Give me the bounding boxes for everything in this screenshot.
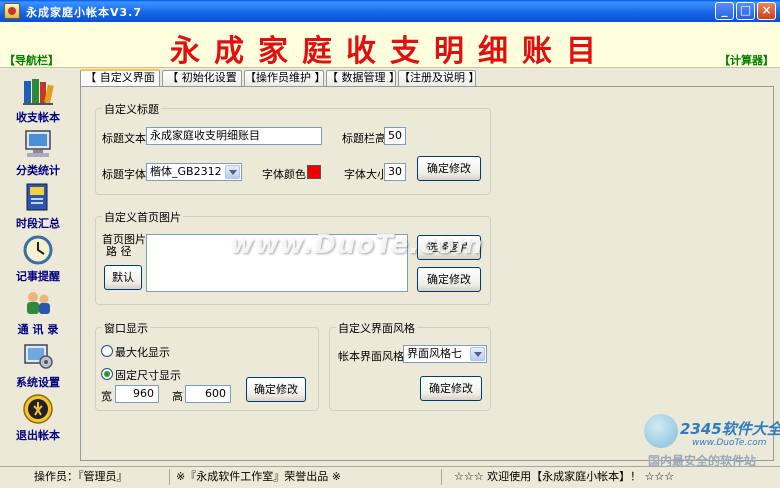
height-input[interactable]: 600: [185, 385, 231, 403]
calendar-book-icon: [26, 183, 48, 211]
mascot-icon: [644, 414, 678, 448]
banner-title: 永成家庭收支明细账目: [170, 34, 610, 69]
title-font-label: 标题字体: [102, 168, 146, 181]
title-height-label: 标题栏高: [342, 132, 386, 145]
logo-brand: 2345软件大全: [680, 420, 780, 438]
style-confirm-button[interactable]: 确定修改: [420, 376, 482, 401]
sidebar-item-label: 时段汇总: [16, 217, 60, 230]
books-icon: [23, 79, 54, 105]
sidebar-item-reminders[interactable]: 记事提醒: [4, 234, 72, 284]
sidebar-item-label: 记事提醒: [16, 270, 60, 283]
width-input[interactable]: 960: [115, 385, 159, 403]
status-operator: 操作员：『管理员』: [30, 469, 170, 485]
maximize-button[interactable]: □: [736, 2, 755, 20]
exit-icon: [23, 394, 53, 424]
custom-title-group: 自定义标题 标题文本 永成家庭收支明细账目 标题栏高 50 标题字体 楷体_GB…: [95, 101, 491, 195]
watermark-text: www.DuoTe.com: [230, 230, 484, 260]
clock-icon: [23, 235, 53, 265]
ui-style-group: 自定义界面风格 帐本界面风格 界面风格七 确定修改: [329, 320, 491, 411]
tab-panel: 自定义标题 标题文本 永成家庭收支明细账目 标题栏高 50 标题字体 楷体_GB…: [80, 86, 774, 461]
sidebar-item-label: 退出帐本: [16, 429, 60, 442]
font-color-label: 字体颜色: [262, 168, 306, 181]
maximize-label: 最大化显示: [115, 346, 170, 359]
sidebar-item-contacts[interactable]: 通 讯 录: [4, 287, 72, 337]
sidebar-item-label: 通 讯 录: [17, 323, 59, 336]
font-size-label: 字体大小: [344, 168, 388, 181]
width-label: 宽: [101, 390, 112, 403]
tab-registration[interactable]: 【注册及说明 】: [398, 70, 480, 86]
group-legend: 自定义界面风格: [336, 320, 417, 336]
ui-style-select[interactable]: 界面风格七: [403, 345, 487, 363]
font-color-swatch[interactable]: [307, 165, 321, 179]
sidebar: 收支帐本 分类统计 时段汇总 记事提醒 通 讯 录 系统设置 退出帐本: [0, 69, 76, 464]
sidebar-item-ledger[interactable]: 收支帐本: [4, 75, 72, 125]
tab-data-management[interactable]: 【 数据管理 】: [326, 70, 400, 86]
computer-icon: [25, 130, 51, 157]
window-display-group: 窗口显示 最大化显示 固定尺寸显示 宽 960 高 600 确定修改: [95, 320, 319, 411]
fixed-size-label: 固定尺寸显示: [115, 369, 181, 382]
group-legend: 自定义标题: [102, 101, 161, 117]
tab-operator-maintenance[interactable]: 【操作员维护 】: [244, 70, 326, 86]
sidebar-item-system-settings[interactable]: 系统设置: [4, 340, 72, 390]
sidebar-item-label: 系统设置: [16, 376, 60, 389]
calculator-link[interactable]: 【计算器】: [719, 52, 774, 68]
status-bar: 操作员：『管理员』 ※『永成软件工作室』荣誉出品 ※ ☆☆☆ 欢迎使用【永成家庭…: [0, 466, 780, 488]
height-label: 高: [172, 390, 183, 403]
group-legend: 窗口显示: [102, 320, 150, 336]
title-height-input[interactable]: 50: [384, 127, 406, 145]
title-font-select[interactable]: 楷体_GB2312: [146, 163, 242, 181]
app-icon: [4, 3, 20, 19]
status-studio: ※『永成软件工作室』荣誉出品 ※: [172, 469, 442, 485]
font-size-input[interactable]: 30: [384, 163, 406, 181]
image-confirm-button[interactable]: 确定修改: [417, 267, 481, 292]
corner-logo: 2345软件大全 www.DuoTe.com 国内最安全的软件站: [640, 410, 780, 468]
settings-icon: [24, 344, 53, 369]
group-legend: 自定义首页图片: [102, 209, 183, 225]
title-font-value: 楷体_GB2312: [150, 165, 222, 178]
fixed-size-radio[interactable]: [101, 368, 113, 380]
title-confirm-button[interactable]: 确定修改: [417, 156, 481, 181]
status-welcome: ☆☆☆ 欢迎使用【永成家庭小帐本】！ ☆☆☆: [454, 470, 675, 483]
sidebar-item-label: 收支帐本: [16, 111, 60, 124]
logo-subtitle: 国内最安全的软件站: [648, 454, 757, 468]
window-confirm-button[interactable]: 确定修改: [246, 377, 306, 402]
tab-init-settings[interactable]: 【 初始化设置 】: [162, 70, 242, 98]
window-title: 永成家庭小帐本V3.7: [26, 6, 142, 19]
minimize-button[interactable]: _: [715, 2, 734, 20]
sidebar-item-category-stats[interactable]: 分类统计: [4, 128, 72, 178]
tab-custom-interface[interactable]: 【 自定义界面 】: [80, 69, 160, 98]
maximize-radio[interactable]: [101, 345, 113, 357]
sidebar-item-exit[interactable]: 退出帐本: [4, 393, 72, 443]
sidebar-item-label: 分类统计: [16, 164, 60, 177]
default-image-button[interactable]: 默认: [104, 265, 142, 290]
sidebar-item-period-summary[interactable]: 时段汇总: [4, 181, 72, 231]
logo-url: www.DuoTe.com: [692, 438, 767, 448]
title-banner: 永成家庭收支明细账目 【导航栏】 【计算器】: [0, 22, 780, 69]
title-text-label: 标题文本: [102, 132, 146, 145]
title-text-input[interactable]: 永成家庭收支明细账目: [146, 127, 322, 145]
chevron-down-icon[interactable]: [470, 347, 485, 361]
ui-style-value: 界面风格七: [407, 347, 462, 360]
nav-label: 【导航栏】: [4, 54, 59, 67]
contacts-icon: [27, 292, 50, 314]
close-button[interactable]: ×: [757, 2, 776, 20]
image-path-label-2: 路 径: [106, 245, 132, 258]
chevron-down-icon[interactable]: [225, 165, 240, 179]
ui-style-label: 帐本界面风格: [338, 350, 404, 363]
title-bar: 永成家庭小帐本V3.7 _ □ ×: [0, 0, 780, 22]
